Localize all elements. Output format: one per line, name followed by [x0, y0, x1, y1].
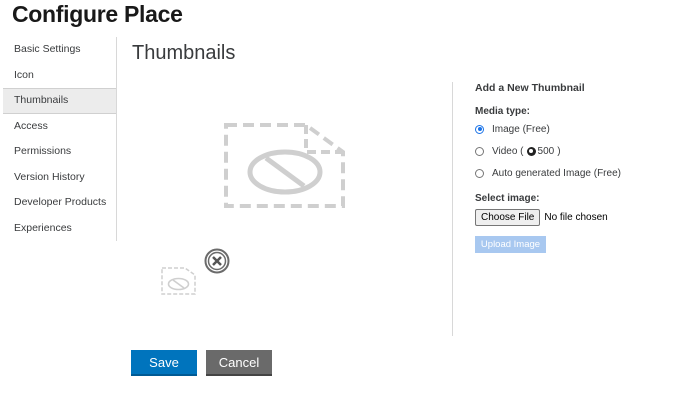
file-input[interactable]: Choose File No file chosen	[475, 209, 608, 226]
sidebar-nav: Basic Settings Icon Thumbnails Access Pe…	[3, 37, 117, 241]
sidebar-item-experiences[interactable]: Experiences	[3, 216, 116, 242]
radio-image-label: Image (Free)	[492, 123, 550, 135]
radio-video-label-prefix: Video (	[492, 145, 524, 157]
media-option-image[interactable]: Image (Free)	[475, 122, 550, 136]
choose-file-button[interactable]: Choose File	[475, 209, 541, 226]
robux-icon	[526, 146, 536, 156]
cancel-button[interactable]: Cancel	[206, 350, 272, 376]
sidebar-item-basic-settings[interactable]: Basic Settings	[3, 37, 116, 63]
save-button[interactable]: Save	[131, 350, 197, 376]
add-thumbnail-title: Add a New Thumbnail	[475, 82, 585, 94]
radio-video-label-suffix: )	[557, 145, 561, 157]
media-option-video[interactable]: Video ( 500 )	[475, 144, 561, 158]
no-file-text: No file chosen	[544, 212, 608, 223]
select-image-label: Select image:	[475, 193, 540, 204]
radio-auto[interactable]	[475, 168, 484, 178]
upload-image-button[interactable]: Upload Image	[475, 236, 546, 253]
sidebar-item-developer-products[interactable]: Developer Products	[3, 190, 116, 216]
close-circle-icon[interactable]	[204, 248, 230, 279]
page-title: Configure Place	[12, 1, 183, 27]
radio-video-price: 500	[537, 145, 555, 157]
radio-video[interactable]	[475, 146, 484, 156]
sidebar-item-version-history[interactable]: Version History	[3, 165, 116, 191]
sidebar-item-permissions[interactable]: Permissions	[3, 139, 116, 165]
radio-image[interactable]	[475, 124, 484, 134]
thumbnail-item-placeholder-icon[interactable]	[160, 266, 198, 301]
section-title: Thumbnails	[132, 42, 236, 64]
sidebar-item-thumbnails[interactable]: Thumbnails	[3, 88, 116, 114]
vertical-divider	[452, 82, 453, 336]
media-type-label: Media type:	[475, 106, 531, 117]
media-option-auto[interactable]: Auto generated Image (Free)	[475, 166, 621, 180]
radio-auto-label: Auto generated Image (Free)	[492, 167, 621, 179]
sidebar-item-access[interactable]: Access	[3, 114, 116, 140]
image-placeholder-icon	[222, 122, 348, 217]
sidebar-item-icon[interactable]: Icon	[3, 63, 116, 89]
